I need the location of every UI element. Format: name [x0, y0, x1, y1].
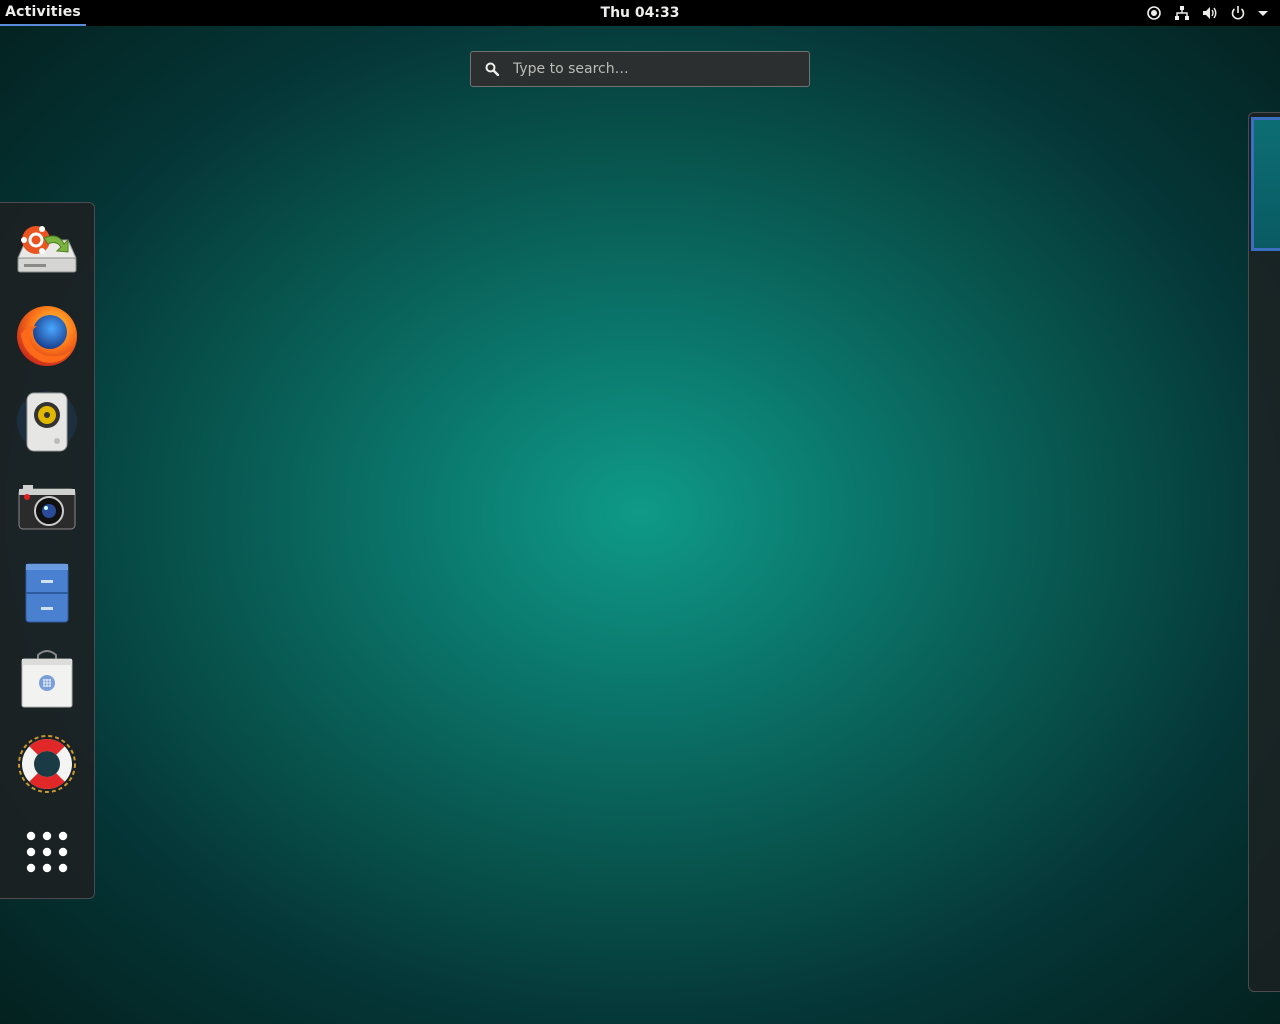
camera-icon: [18, 485, 76, 530]
chevron-down-icon[interactable]: [1258, 5, 1268, 21]
dash: [0, 202, 95, 899]
search-icon: [485, 62, 499, 76]
dash-item-files[interactable]: [10, 556, 84, 630]
dash-item-firefox[interactable]: [10, 299, 84, 373]
location-icon[interactable]: [1146, 5, 1162, 21]
clock-button[interactable]: Thu 04:33: [560, 0, 720, 26]
search-box[interactable]: [470, 51, 810, 87]
system-tray[interactable]: [1146, 0, 1268, 26]
shopping-bag-icon: [21, 650, 73, 708]
file-cabinet-icon: [25, 563, 69, 623]
top-bar: Activities Thu 04:33: [0, 0, 1280, 26]
workspace-thumbnail[interactable]: [1251, 117, 1280, 251]
dash-item-help[interactable]: [10, 727, 84, 801]
power-icon[interactable]: [1230, 5, 1246, 21]
firefox-icon: [17, 306, 77, 366]
search-input[interactable]: [511, 60, 795, 78]
app-grid-icon: [26, 831, 68, 873]
network-icon[interactable]: [1174, 5, 1190, 21]
software-updater-icon: [17, 226, 77, 273]
dash-item-rhythmbox[interactable]: [10, 384, 84, 458]
dash-item-software-updater[interactable]: [10, 212, 84, 286]
lifebuoy-icon: [18, 735, 76, 793]
speaker-icon: [17, 391, 77, 452]
volume-icon[interactable]: [1202, 5, 1218, 21]
dash-item-cheese[interactable]: [10, 470, 84, 544]
dash-item-software[interactable]: [10, 642, 84, 716]
activities-button[interactable]: Activities: [0, 0, 86, 26]
dash-item-show-applications[interactable]: [10, 815, 84, 889]
